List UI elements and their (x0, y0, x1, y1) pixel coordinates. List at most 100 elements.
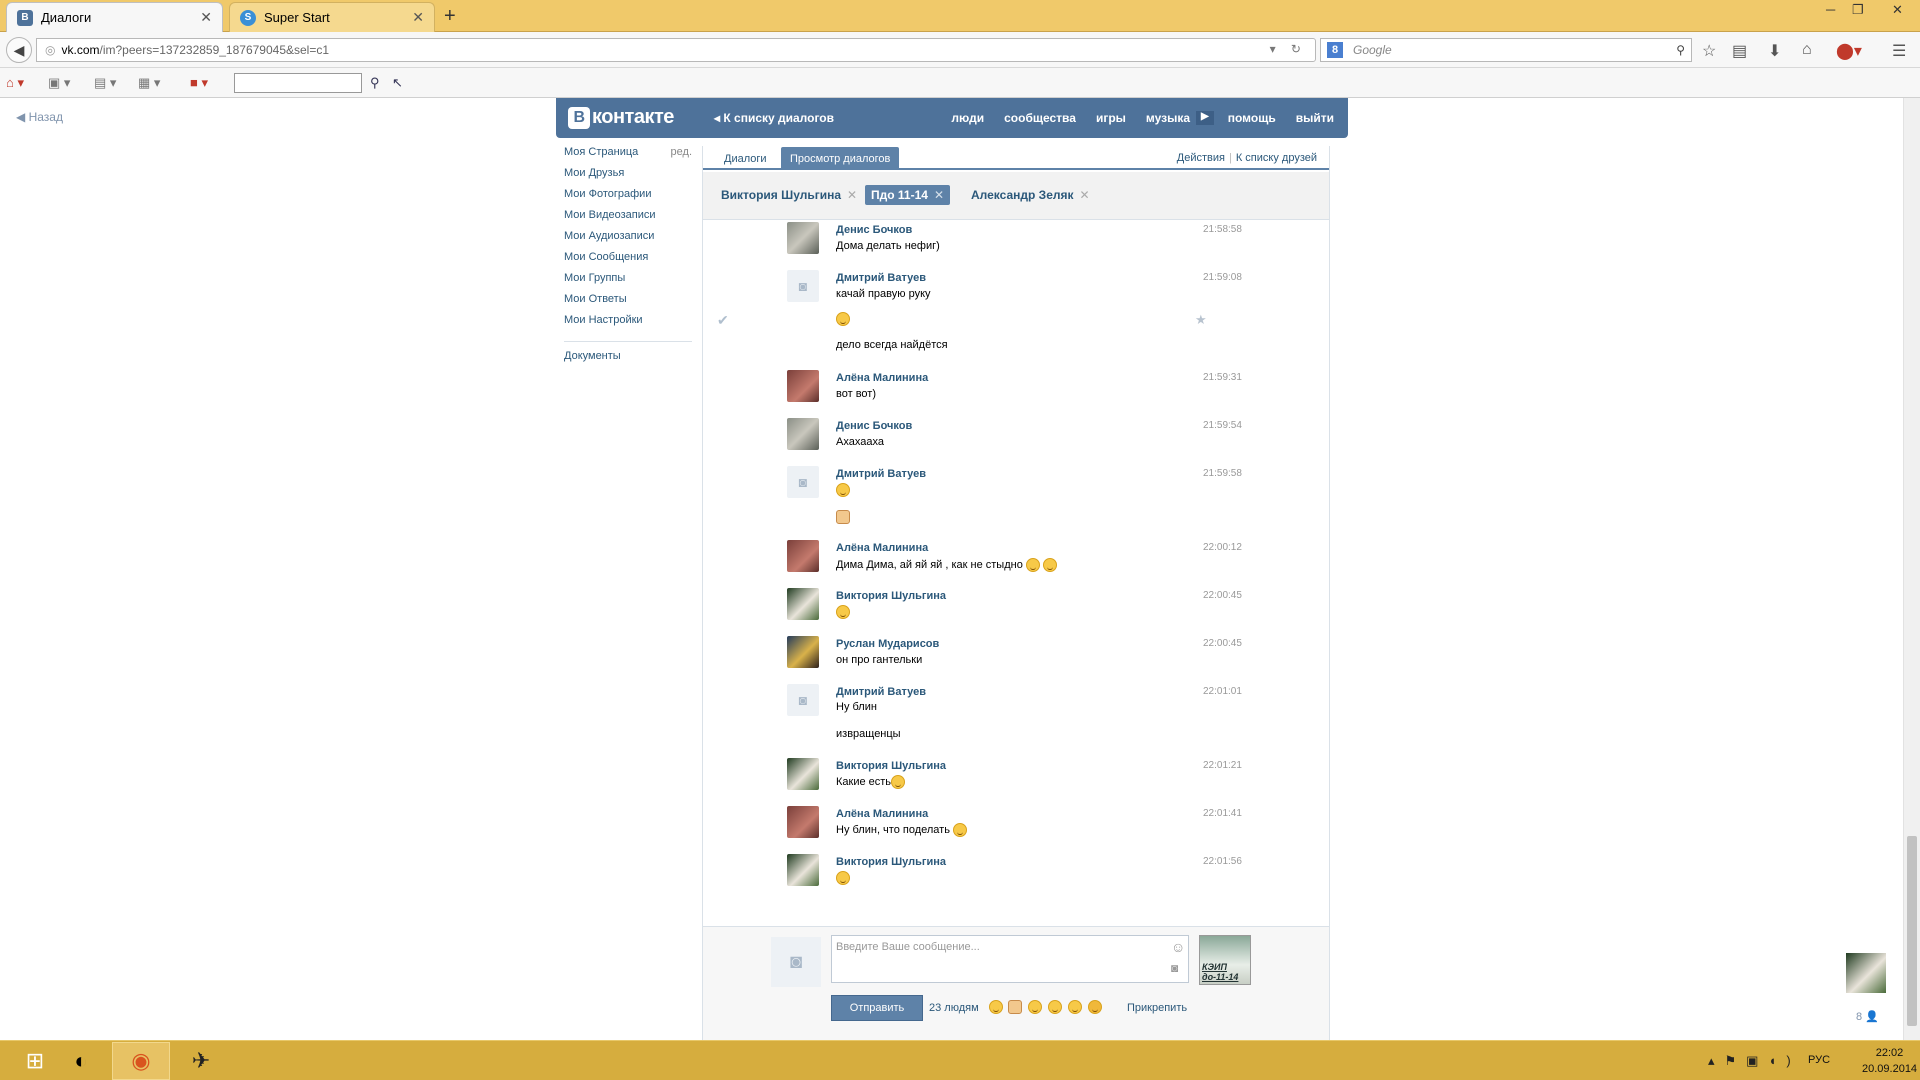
message-author[interactable]: Руслан Мударисов (836, 638, 939, 650)
app-taskbar-icon[interactable]: ✈ (172, 1042, 230, 1080)
to-dialogs-link[interactable]: ◂ К списку диалогов (714, 111, 834, 125)
back-link[interactable]: ◀ Назад (16, 110, 63, 124)
google-icon[interactable]: 8 (1327, 42, 1343, 58)
nav-communities[interactable]: сообщества (1004, 111, 1076, 125)
avatar[interactable] (787, 418, 819, 450)
home-icon[interactable]: ⌂ (1802, 41, 1812, 59)
recipients-count[interactable]: 23 людям (929, 1002, 979, 1014)
message-author[interactable]: Виктория Шульгина (836, 590, 946, 602)
sunglasses-emoji-icon[interactable] (1088, 1000, 1102, 1014)
search-icon[interactable]: ⚲ (1676, 43, 1685, 57)
avatar[interactable] (787, 636, 819, 668)
new-tab-icon[interactable]: + (444, 5, 456, 28)
url-bar[interactable]: ◎ vk.com/im?peers=137232859_187679045&se… (36, 38, 1316, 62)
smile-emoji-icon[interactable] (1028, 1000, 1042, 1014)
restore-icon[interactable]: ❐ (1852, 2, 1864, 18)
peer-tab[interactable]: Виктория Шульгина ✕ (715, 185, 863, 205)
home-addon-icon[interactable]: ⌂ ▾ (6, 75, 24, 91)
menu-item-photos[interactable]: Мои Фотографии (564, 188, 692, 209)
pointer-icon[interactable]: ↖ (392, 75, 403, 91)
message-time[interactable]: 22:00:12 (1203, 542, 1242, 553)
minimize-icon[interactable]: ─ (1826, 2, 1835, 17)
message-author[interactable]: Дмитрий Ватуев (836, 272, 926, 284)
play-icon[interactable]: ▶ (1196, 111, 1214, 125)
find-icon[interactable]: ⚲ (370, 75, 380, 91)
message-author[interactable]: Дмитрий Ватуев (836, 686, 926, 698)
close-peer-icon[interactable]: ✕ (847, 188, 857, 202)
edit-link[interactable]: ред. (671, 146, 692, 167)
nav-help[interactable]: помощь (1228, 111, 1276, 125)
message-author[interactable]: Дмитрий Ватуев (836, 468, 926, 480)
addon-search-input[interactable] (234, 73, 362, 93)
tab-view-dialogs[interactable]: Просмотр диалогов (781, 147, 900, 170)
camera-icon[interactable]: ◙ (787, 270, 819, 302)
menu-item-settings[interactable]: Мои Настройки (564, 314, 692, 335)
message-author[interactable]: Виктория Шульгина (836, 856, 946, 868)
menu-item-messages[interactable]: Мои Сообщения (564, 251, 692, 272)
avatar[interactable] (787, 588, 819, 620)
attach-photo-icon[interactable]: ◙ (1171, 961, 1178, 975)
menu-item-friends[interactable]: Мои Друзья (564, 167, 692, 188)
tab-dialogs-list[interactable]: Диалоги (715, 147, 776, 170)
adblock-icon[interactable]: ⬤▾ (1836, 41, 1862, 61)
emoji-picker-icon[interactable]: ☺ (1171, 939, 1185, 955)
avatar[interactable] (787, 370, 819, 402)
message-time[interactable]: 22:00:45 (1203, 590, 1242, 601)
message-author[interactable]: Денис Бочков (836, 224, 912, 236)
menu-item-groups[interactable]: Мои Группы (564, 272, 692, 293)
message-input[interactable]: Введите Ваше сообщение... (831, 935, 1189, 983)
tray-icons[interactable]: ▴⚑▣◖) (1708, 1053, 1801, 1069)
close-window-icon[interactable]: ✕ (1892, 2, 1903, 18)
menu-item-answers[interactable]: Мои Ответы (564, 293, 692, 314)
camera-icon[interactable]: ◙ (771, 937, 821, 987)
vk-logo[interactable]: В контакте (568, 106, 674, 129)
language-indicator[interactable]: РУС (1808, 1054, 1830, 1066)
tab-dialogs[interactable]: B Диалоги ✕ (6, 2, 223, 32)
message-time[interactable]: 21:59:31 (1203, 372, 1242, 383)
message-time[interactable]: 22:01:21 (1203, 760, 1242, 771)
firefox-taskbar-icon[interactable]: ◉ (112, 1042, 170, 1080)
nav-logout[interactable]: выйти (1296, 111, 1334, 125)
tab-super-start[interactable]: S Super Start ✕ (229, 2, 435, 32)
peer-tab-active[interactable]: Пдо 11-14 ✕ (865, 185, 950, 205)
avatar[interactable] (787, 806, 819, 838)
avatar[interactable] (787, 222, 819, 254)
message-time[interactable]: 22:01:01 (1203, 686, 1242, 697)
camera-icon[interactable]: ◙ (787, 684, 819, 716)
thumbs-up-emoji-icon[interactable] (1008, 1000, 1022, 1014)
book-addon-icon[interactable]: ■ ▾ (190, 75, 208, 91)
message-time[interactable]: 21:58:58 (1203, 224, 1242, 235)
peer-tab[interactable]: Александр Зеляк ✕ (965, 185, 1096, 205)
close-tab-icon[interactable]: ✕ (200, 9, 212, 26)
actions-link[interactable]: Действия (1177, 152, 1225, 164)
scrollbar-thumb[interactable] (1907, 836, 1917, 1026)
message-time[interactable]: 21:59:58 (1203, 468, 1242, 479)
message-time[interactable]: 21:59:54 (1203, 420, 1242, 431)
message-author[interactable]: Денис Бочков (836, 420, 912, 432)
to-friends-link[interactable]: К списку друзей (1236, 152, 1317, 164)
scrollbar[interactable] (1903, 98, 1920, 1040)
message-author[interactable]: Алёна Малинина (836, 542, 928, 554)
chat-member-avatar[interactable] (1846, 953, 1886, 993)
avatar[interactable] (787, 758, 819, 790)
checkmark-icon[interactable]: ✔ (717, 312, 729, 329)
bookmarks-list-icon[interactable]: ▤ (1732, 41, 1747, 61)
clipboard-addon-icon[interactable]: ▦ ▾ (138, 75, 160, 91)
clock[interactable]: 22:02 20.09.2014 (1862, 1045, 1917, 1077)
document-addon-icon[interactable]: ▤ ▾ (94, 75, 116, 91)
menu-item-videos[interactable]: Мои Видеозаписи (564, 209, 692, 230)
message-time[interactable]: 22:01:56 (1203, 856, 1242, 867)
members-count[interactable]: 8 👤 (1856, 1010, 1879, 1023)
page-addon-icon[interactable]: ▣ ▾ (48, 75, 70, 91)
menu-icon[interactable]: ☰ (1892, 41, 1906, 61)
message-time[interactable]: 21:59:08 (1203, 272, 1242, 283)
download-icon[interactable]: ⬇ (1768, 41, 1781, 61)
close-peer-icon[interactable]: ✕ (934, 188, 944, 202)
chat-image[interactable]: КЭИП до-11-14 (1199, 935, 1251, 985)
menu-item-my-page[interactable]: Моя Страница ред. (564, 146, 692, 167)
message-author[interactable]: Виктория Шульгина (836, 760, 946, 772)
avatar[interactable] (787, 540, 819, 572)
steam-taskbar-icon[interactable]: ◐ (52, 1042, 110, 1080)
nav-people[interactable]: люди (951, 111, 984, 125)
message-time[interactable]: 22:00:45 (1203, 638, 1242, 649)
